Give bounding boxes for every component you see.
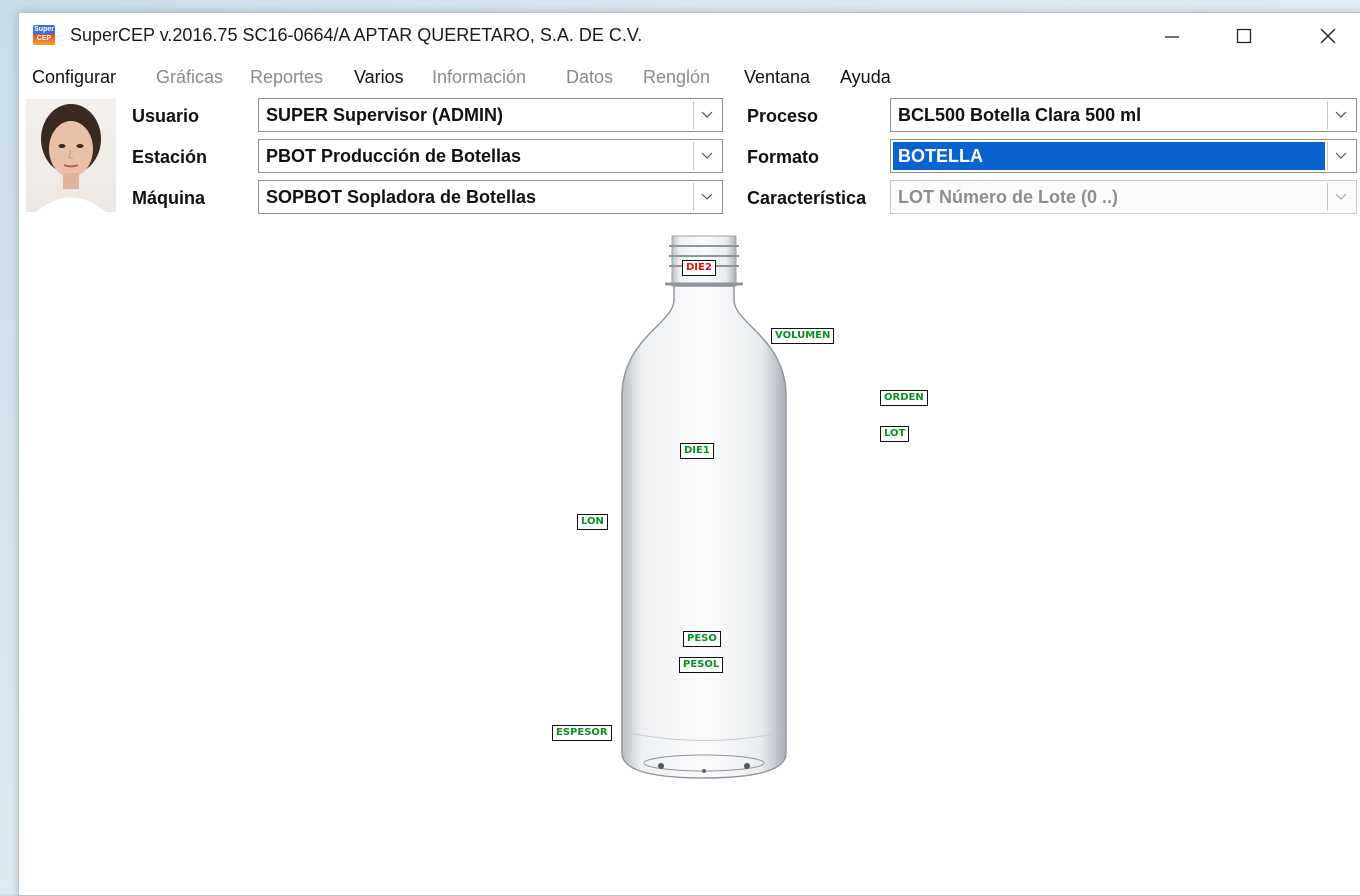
menu-ventana[interactable]: Ventana: [744, 67, 810, 88]
tag-peso[interactable]: PESO: [683, 631, 721, 647]
caracteristica-label: Característica: [747, 188, 867, 208]
tag-die2[interactable]: DIE2: [682, 260, 716, 276]
menu-ayuda[interactable]: Ayuda: [840, 67, 891, 88]
caracteristica-combobox[interactable]: LOT Número de Lote (0 ..): [890, 180, 1357, 214]
caracteristica-value: LOT Número de Lote (0 ..): [898, 187, 1119, 207]
menu-renglon[interactable]: Renglón: [643, 67, 710, 88]
tag-volumen[interactable]: VOLUMEN: [771, 328, 835, 344]
chevron-down-icon[interactable]: [1327, 183, 1354, 211]
formato-combobox[interactable]: BOTELLA: [890, 139, 1357, 173]
estacion-combobox[interactable]: PBOT Producción de Botellas: [258, 139, 723, 173]
tag-espesor[interactable]: ESPESOR: [552, 725, 612, 741]
chevron-down-icon[interactable]: [693, 142, 720, 170]
title-bar[interactable]: Super CEP SuperCEP v.2016.75 SC16-0664/A…: [19, 13, 1360, 59]
usuario-label: Usuario: [132, 106, 200, 126]
tag-pesol[interactable]: PESOL: [679, 657, 724, 673]
tag-lot[interactable]: LOT: [880, 426, 910, 442]
maximize-button[interactable]: [1221, 13, 1267, 59]
maximize-icon: [1236, 28, 1252, 44]
menu-datos[interactable]: Datos: [566, 67, 613, 88]
bottle-diagram: DIE2 VOLUMEN ORDEN LOT DIE1 LON PESO PES…: [19, 228, 1360, 895]
close-button[interactable]: [1305, 13, 1351, 59]
proceso-label: Proceso: [747, 106, 819, 126]
supercep-app-icon[interactable]: Super CEP: [33, 25, 55, 45]
app-window: Super CEP SuperCEP v.2016.75 SC16-0664/A…: [18, 12, 1360, 896]
tag-orden[interactable]: ORDEN: [880, 390, 928, 406]
proceso-combobox[interactable]: BCL500 Botella Clara 500 ml: [890, 98, 1357, 132]
chevron-down-icon[interactable]: [693, 183, 720, 211]
maquina-label: Máquina: [132, 188, 206, 208]
close-icon: [1320, 28, 1336, 44]
user-avatar: [26, 99, 116, 212]
chevron-down-icon[interactable]: [693, 101, 720, 129]
minimize-icon: [1165, 36, 1179, 38]
window-title: SuperCEP v.2016.75 SC16-0664/A APTAR QUE…: [70, 25, 643, 45]
formato-label: Formato: [747, 147, 819, 167]
menu-informacion[interactable]: Información: [432, 67, 526, 88]
menu-configurar[interactable]: Configurar: [32, 67, 116, 88]
usuario-value: SUPER Supervisor (ADMIN): [266, 105, 504, 125]
estacion-value: PBOT Producción de Botellas: [266, 146, 522, 166]
minimize-button[interactable]: [1149, 13, 1195, 59]
maquina-combobox[interactable]: SOPBOT Sopladora de Botellas: [258, 180, 723, 214]
app-icon-text-bottom: CEP: [36, 35, 52, 42]
maquina-value: SOPBOT Sopladora de Botellas: [266, 187, 537, 207]
proceso-value: BCL500 Botella Clara 500 ml: [898, 105, 1142, 125]
chevron-down-icon[interactable]: [1327, 142, 1354, 170]
usuario-combobox[interactable]: SUPER Supervisor (ADMIN): [258, 98, 723, 132]
bottle-image: [621, 235, 787, 779]
estacion-label: Estación: [132, 147, 208, 167]
app-icon-text-top: Super: [34, 26, 54, 33]
chevron-down-icon[interactable]: [1327, 101, 1354, 129]
formato-value: BOTELLA: [898, 146, 983, 166]
menu-bar: Configurar Gráficas Reportes Varios Info…: [19, 67, 1360, 93]
tag-die1[interactable]: DIE1: [680, 443, 714, 459]
tag-lon[interactable]: LON: [577, 514, 608, 530]
menu-reportes[interactable]: Reportes: [250, 67, 323, 88]
menu-varios[interactable]: Varios: [354, 67, 404, 88]
menu-graficas[interactable]: Gráficas: [156, 67, 223, 88]
